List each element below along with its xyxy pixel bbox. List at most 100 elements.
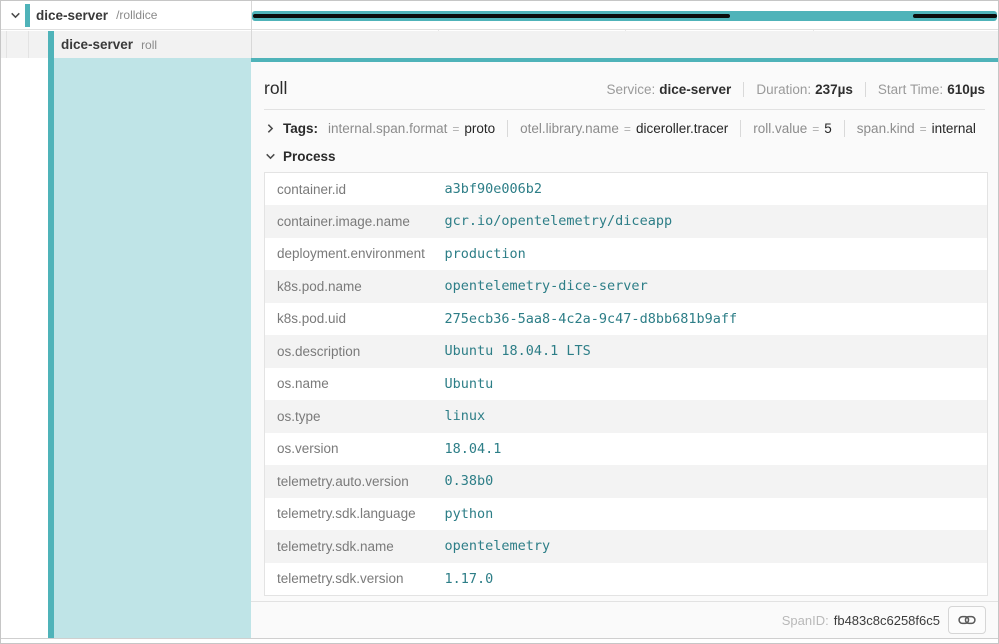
collapse-toggle[interactable] bbox=[8, 8, 22, 22]
kv-value: opentelemetry-dice-server bbox=[445, 270, 988, 303]
link-icon bbox=[958, 613, 976, 627]
table-row: telemetry.auto.version0.38b0 bbox=[265, 465, 988, 498]
tag-value: proto bbox=[464, 121, 495, 136]
kv-key: os.description bbox=[265, 335, 445, 368]
tag-key: internal.span.format bbox=[328, 121, 447, 136]
table-row: container.image.namegcr.io/opentelemetry… bbox=[265, 205, 988, 238]
meta-label: Duration: bbox=[756, 82, 811, 97]
tag: roll.value=5 bbox=[753, 121, 832, 136]
kv-key: k8s.pod.uid bbox=[265, 303, 445, 336]
tag-key: span.kind bbox=[857, 121, 915, 136]
table-row: k8s.pod.nameopentelemetry-dice-server bbox=[265, 270, 988, 303]
trace-timeline: dice-server /rolldice dice-server roll 2… bbox=[1, 1, 998, 58]
process-label: Process bbox=[283, 149, 336, 164]
meta-service: Service: dice-server bbox=[606, 82, 731, 97]
table-row: os.descriptionUbuntu 18.04.1 LTS bbox=[265, 335, 988, 368]
kv-key: os.name bbox=[265, 368, 445, 401]
process-accordion-header[interactable]: Process bbox=[261, 145, 988, 172]
service-name: dice-server bbox=[36, 8, 108, 23]
name-column-divider[interactable] bbox=[251, 1, 252, 58]
meta-value: dice-server bbox=[659, 82, 731, 97]
table-row: telemetry.sdk.version1.17.0 bbox=[265, 563, 988, 596]
equals-sign: = bbox=[920, 122, 927, 136]
deep-link-button[interactable] bbox=[948, 606, 986, 634]
meta-separator bbox=[865, 82, 866, 97]
table-row: os.typelinux bbox=[265, 400, 988, 433]
span-name-cell-roll[interactable]: dice-server roll bbox=[1, 31, 251, 58]
table-row: container.ida3bf90e006b2 bbox=[265, 173, 988, 206]
span-meta: Service: dice-server Duration: 237µs Start… bbox=[606, 82, 985, 97]
equals-sign: = bbox=[812, 122, 819, 136]
kv-value: 0.38b0 bbox=[445, 465, 988, 498]
tag: span.kind = internal bbox=[857, 121, 976, 136]
kv-key: telemetry.sdk.version bbox=[265, 563, 445, 596]
kv-key: os.version bbox=[265, 433, 445, 466]
tag-key: otel.library.name bbox=[520, 121, 619, 136]
operation-name: roll bbox=[141, 38, 157, 52]
kv-value: 1.17.0 bbox=[445, 563, 988, 596]
selected-span-tint bbox=[54, 58, 251, 638]
span-row-roll-selected[interactable]: dice-server roll 237µs bbox=[1, 31, 998, 58]
meta-duration: Duration: 237µs bbox=[756, 82, 853, 97]
service-color-bar bbox=[25, 4, 30, 27]
table-row: k8s.pod.uid275ecb36-5aa8-4c2a-9c47-d8bb6… bbox=[265, 303, 988, 336]
kv-value: python bbox=[445, 498, 988, 531]
spanid-label: SpanID: bbox=[782, 613, 829, 628]
kv-key: container.image.name bbox=[265, 205, 445, 238]
chevron-right-icon bbox=[264, 122, 277, 135]
tag-value: internal bbox=[932, 121, 976, 136]
tag-separator bbox=[844, 120, 845, 137]
chevron-down-icon bbox=[9, 9, 22, 22]
table-row: deployment.environmentproduction bbox=[265, 238, 988, 271]
spanid-value: fb483c8c6258f6c5 bbox=[834, 613, 940, 628]
equals-sign: = bbox=[624, 122, 631, 136]
tag-key: roll.value bbox=[753, 121, 807, 136]
kv-value: linux bbox=[445, 400, 988, 433]
tag: otel.library.name = diceroller.tracer bbox=[520, 121, 728, 136]
tags-label: Tags: bbox=[283, 121, 318, 136]
service-color-bar bbox=[48, 31, 54, 58]
kv-value: gcr.io/opentelemetry/diceapp bbox=[445, 205, 988, 238]
kv-value: production bbox=[445, 238, 988, 271]
operation-name: /rolldice bbox=[116, 8, 157, 22]
tags-accordion-header[interactable]: Tags: internal.span.format = proto otel.li… bbox=[261, 110, 988, 145]
span-detail-header: roll Service:dice-server Duration:237µs … bbox=[261, 62, 988, 109]
page-bottom-strip bbox=[1, 638, 998, 643]
equals-sign: = bbox=[452, 122, 459, 136]
kv-key: telemetry.sdk.language bbox=[265, 498, 445, 531]
jaeger-trace-span-detail-page: dice-server /rolldice dice-server roll 2… bbox=[0, 0, 999, 644]
span-detail-footer: SpanID: fb483c8c6258f6c5 bbox=[251, 601, 998, 638]
span-bar-self-time-segment bbox=[253, 14, 730, 18]
table-row: os.nameUbuntu bbox=[265, 368, 988, 401]
span-detail-panel: roll Service:dice-server Duration:237µs … bbox=[251, 58, 998, 638]
kv-key: telemetry.auto.version bbox=[265, 465, 445, 498]
table-row: os.version18.04.1 bbox=[265, 433, 988, 466]
meta-value: 237µs bbox=[815, 82, 853, 97]
tag: internal.span.format = proto bbox=[328, 121, 495, 136]
process-kv-table: container.ida3bf90e006b2 container.image… bbox=[264, 172, 988, 596]
meta-value: 610µs bbox=[947, 82, 985, 97]
service-color-bar-extension bbox=[48, 58, 54, 638]
kv-value: opentelemetry bbox=[445, 530, 988, 563]
table-row: telemetry.sdk.nameopentelemetry bbox=[265, 530, 988, 563]
meta-label: Service: bbox=[606, 82, 655, 97]
kv-key: telemetry.sdk.name bbox=[265, 530, 445, 563]
chevron-down-icon bbox=[264, 150, 277, 163]
table-row: telemetry.sdk.languagepython bbox=[265, 498, 988, 531]
meta-start-time: Start Time:610µs bbox=[878, 82, 985, 97]
kv-value: 275ecb36-5aa8-4c2a-9c47-d8bb681b9aff bbox=[445, 303, 988, 336]
kv-key: k8s.pod.name bbox=[265, 270, 445, 303]
kv-value: 18.04.1 bbox=[445, 433, 988, 466]
kv-key: deployment.environment bbox=[265, 238, 445, 271]
kv-key: os.type bbox=[265, 400, 445, 433]
meta-separator bbox=[743, 82, 744, 97]
span-name-cell-rolldice[interactable]: dice-server /rolldice bbox=[1, 1, 251, 29]
detail-left-column bbox=[1, 58, 251, 638]
tag-value: diceroller.tracer bbox=[636, 121, 728, 136]
kv-value: a3bf90e006b2 bbox=[445, 173, 988, 206]
tag-separator bbox=[507, 120, 508, 137]
span-bar-rolldice[interactable] bbox=[252, 11, 997, 21]
span-detail-row: roll Service:dice-server Duration:237µs … bbox=[1, 58, 998, 638]
span-row-rolldice[interactable]: dice-server /rolldice bbox=[1, 1, 998, 30]
tag-separator bbox=[740, 120, 741, 137]
